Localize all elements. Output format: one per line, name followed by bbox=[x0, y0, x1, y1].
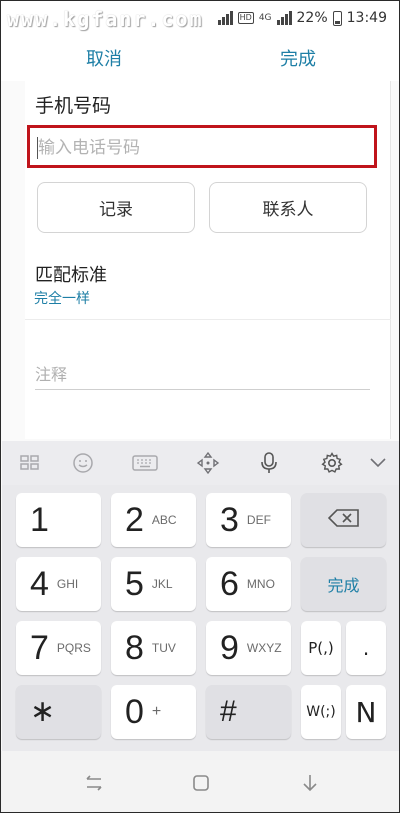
wait-key[interactable]: W(;) bbox=[301, 685, 341, 739]
back-icon[interactable] bbox=[297, 770, 323, 796]
note-underline bbox=[35, 389, 370, 390]
divider bbox=[25, 319, 391, 320]
key-3[interactable]: 3 DEF bbox=[206, 493, 291, 547]
match-criteria-value[interactable]: 完全一样 bbox=[34, 288, 90, 308]
chevron-down-icon[interactable] bbox=[364, 449, 392, 477]
log-button[interactable]: 记录 bbox=[37, 182, 195, 233]
note-input[interactable]: 注释 bbox=[35, 361, 67, 385]
watermark-text: www.kgfanr.com bbox=[7, 7, 204, 31]
key-4[interactable]: 4 GHI bbox=[16, 557, 101, 611]
keyboard-done-key[interactable]: 完成 bbox=[301, 557, 386, 611]
backspace-key[interactable] bbox=[301, 493, 386, 547]
grid-icon[interactable] bbox=[16, 449, 44, 477]
cursor-move-icon[interactable] bbox=[194, 449, 222, 477]
phone-field-highlight bbox=[27, 125, 377, 168]
star-key[interactable]: ∗ bbox=[16, 685, 101, 739]
network-badge: HD bbox=[237, 12, 254, 24]
navigation-bar bbox=[1, 751, 399, 812]
n-key[interactable]: N bbox=[346, 685, 386, 739]
signal-icon bbox=[217, 11, 233, 25]
key-2[interactable]: 2 ABC bbox=[111, 493, 196, 547]
phone-label: 手机号码 bbox=[35, 95, 112, 117]
clock: 13:49 bbox=[346, 10, 387, 26]
key-0[interactable]: 0 + bbox=[111, 685, 196, 739]
battery-percent: 22% bbox=[296, 10, 328, 26]
done-button[interactable]: 完成 bbox=[280, 45, 316, 71]
network-type: 4G bbox=[258, 13, 272, 23]
home-icon[interactable] bbox=[188, 770, 214, 796]
recent-apps-icon[interactable] bbox=[81, 770, 107, 796]
status-bar: www.kgfanr.com HD 4G 22% 13:49 bbox=[1, 1, 399, 37]
numeric-keyboard: 1 2 ABC 3 DEF 4 GHI 5 JKL 6 MNO 完成 7 PQR… bbox=[2, 441, 399, 751]
emoji-icon[interactable] bbox=[69, 449, 97, 477]
contacts-button[interactable]: 联系人 bbox=[209, 182, 367, 233]
keyboard-toolbar bbox=[2, 441, 399, 485]
key-1[interactable]: 1 bbox=[16, 493, 101, 547]
key-7[interactable]: 7 PQRS bbox=[16, 621, 101, 675]
microphone-icon[interactable] bbox=[255, 449, 283, 477]
pause-key[interactable]: P(,) bbox=[301, 621, 341, 675]
status-indicators: HD 4G 22% 13:49 bbox=[217, 10, 387, 26]
keyboard-icon[interactable] bbox=[131, 449, 159, 477]
battery-icon bbox=[332, 10, 342, 26]
key-6[interactable]: 6 MNO bbox=[206, 557, 291, 611]
key-5[interactable]: 5 JKL bbox=[111, 557, 196, 611]
phone-screen: www.kgfanr.com HD 4G 22% 13:49 取消 完成 手机号… bbox=[0, 0, 400, 813]
key-8[interactable]: 8 TUV bbox=[111, 621, 196, 675]
phone-input[interactable] bbox=[38, 136, 358, 160]
signal-icon-2 bbox=[276, 11, 292, 25]
key-9[interactable]: 9 WXYZ bbox=[206, 621, 291, 675]
hash-key[interactable]: # bbox=[206, 685, 291, 739]
match-criteria-label[interactable]: 匹配标准 bbox=[35, 261, 107, 287]
cancel-button[interactable]: 取消 bbox=[86, 45, 122, 71]
gear-icon[interactable] bbox=[318, 449, 346, 477]
action-bar: 取消 完成 bbox=[1, 37, 399, 81]
backspace-icon bbox=[301, 509, 386, 531]
period-key[interactable]: . bbox=[346, 621, 386, 675]
